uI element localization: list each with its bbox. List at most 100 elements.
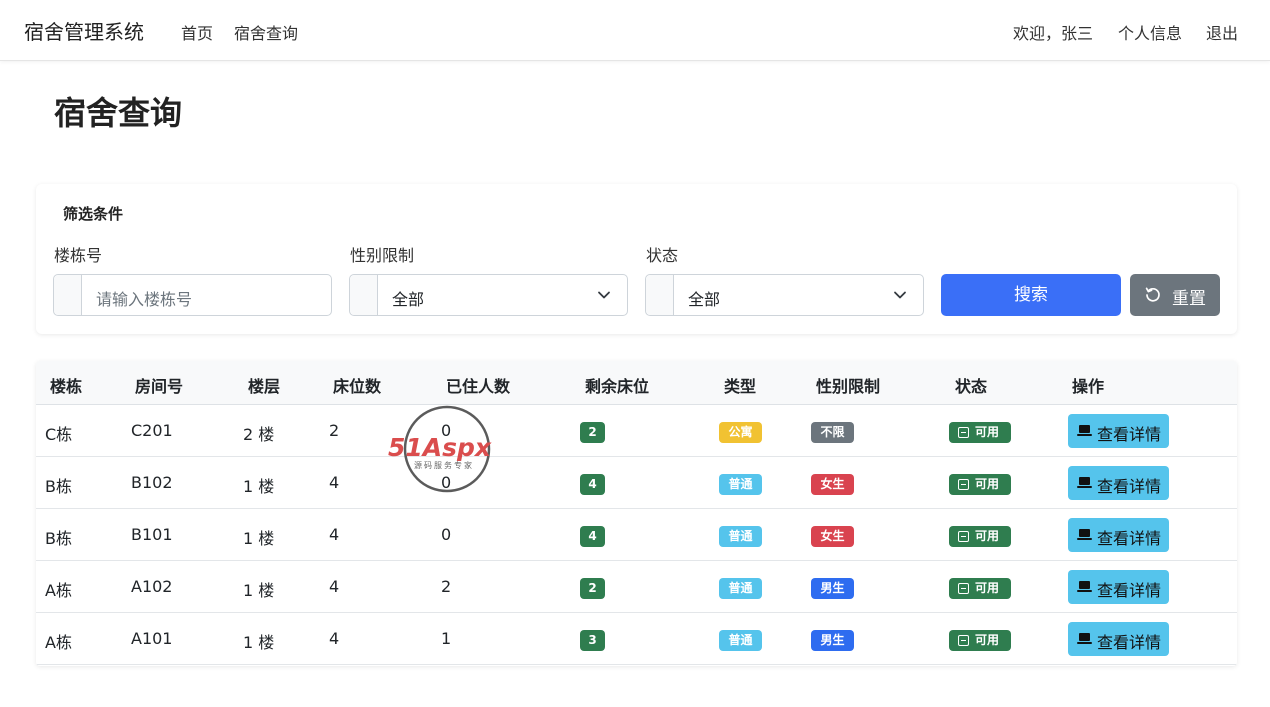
view-details-button[interactable]: 查看详情 [1068, 570, 1169, 604]
status-badge-label: 可用 [975, 529, 1000, 543]
watermark-text: 51Aspx [388, 433, 492, 462]
building-input-placeholder: 请输入楼栋号 [96, 290, 193, 309]
select-prefix [646, 275, 674, 315]
dorm-table: 楼栋 房间号 楼层 床位数 已住人数 剩余床位 类型 性别限制 状态 操作 C栋… [36, 361, 1237, 666]
view-details-label: 查看详情 [1097, 425, 1162, 444]
select-prefix [350, 275, 378, 315]
minus-square-icon [958, 427, 969, 438]
cell-building: B栋 [45, 529, 72, 548]
reset-icon [1145, 287, 1160, 302]
gender-badge: 不限 [811, 422, 854, 443]
status-select[interactable]: 全部 [645, 274, 924, 316]
status-badge-label: 可用 [975, 633, 1000, 647]
view-details-label: 查看详情 [1097, 477, 1162, 496]
view-details-button[interactable]: 查看详情 [1068, 518, 1169, 552]
reset-button-label: 重置 [1172, 289, 1206, 309]
cell-room: A102 [131, 577, 173, 596]
cell-building: A栋 [45, 633, 72, 652]
status-badge: 可用 [949, 422, 1011, 443]
remaining-badge: 4 [580, 474, 605, 495]
chevron-down-icon [894, 291, 906, 299]
filter-title: 筛选条件 [63, 205, 124, 223]
table-header: 楼栋 房间号 楼层 床位数 已住人数 剩余床位 类型 性别限制 状态 操作 [36, 361, 1237, 405]
cell-room: C201 [131, 421, 173, 440]
table-row: B栋 B101 1 楼 4 0 4 普通 女生 可用 查看详情 [36, 509, 1237, 561]
cell-room: B102 [131, 473, 173, 492]
laptop-icon [1077, 477, 1092, 488]
th-occupied: 已住人数 [446, 377, 511, 396]
cell-beds: 4 [329, 525, 340, 544]
cell-floor: 1 楼 [243, 633, 275, 652]
nav-link-dorm-search[interactable]: 宿舍查询 [234, 20, 298, 44]
gender-select-value: 全部 [392, 290, 425, 309]
minus-square-icon [958, 635, 969, 646]
type-badge: 普通 [719, 474, 762, 495]
th-building: 楼栋 [50, 377, 83, 396]
building-input[interactable]: 请输入楼栋号 [53, 274, 332, 316]
cell-beds: 4 [329, 577, 340, 596]
laptop-icon [1077, 425, 1092, 436]
app-brand[interactable]: 宿舍管理系统 [24, 16, 144, 45]
nav-link-home[interactable]: 首页 [181, 20, 213, 44]
cell-floor: 1 楼 [243, 477, 275, 496]
gender-label: 性别限制 [350, 246, 415, 265]
th-action: 操作 [1072, 377, 1105, 396]
laptop-icon [1077, 529, 1092, 540]
cell-occupied: 0 [441, 525, 452, 544]
watermark-logo: 51Aspx 源码服务专家 [388, 405, 492, 493]
gender-badge: 女生 [811, 526, 854, 547]
page-title: 宿舍查询 [54, 94, 183, 132]
cell-beds: 2 [329, 421, 340, 440]
status-badge: 可用 [949, 526, 1011, 547]
status-select-value: 全部 [688, 290, 721, 309]
status-badge-label: 可用 [975, 477, 1000, 491]
remaining-badge: 4 [580, 526, 605, 547]
minus-square-icon [958, 479, 969, 490]
table-row: C栋 C201 2 楼 2 0 2 公寓 不限 可用 查看详情 [36, 405, 1237, 457]
laptop-icon [1077, 633, 1092, 644]
table-row: B栋 B102 1 楼 4 0 4 普通 女生 可用 查看详情 [36, 457, 1237, 509]
welcome-text: 欢迎，张三 [1013, 24, 1094, 43]
view-details-button[interactable]: 查看详情 [1068, 622, 1169, 656]
gender-badge: 男生 [811, 578, 854, 599]
status-label: 状态 [646, 246, 679, 265]
th-remaining: 剩余床位 [585, 377, 650, 396]
remaining-badge: 3 [580, 630, 605, 651]
table-row: A栋 A102 1 楼 4 2 2 普通 男生 可用 查看详情 [36, 561, 1237, 613]
status-badge: 可用 [949, 474, 1011, 495]
cell-building: C栋 [45, 425, 73, 444]
view-details-label: 查看详情 [1097, 633, 1162, 652]
type-badge: 公寓 [719, 422, 762, 443]
cell-floor: 2 楼 [243, 425, 275, 444]
laptop-icon [1077, 581, 1092, 592]
top-navbar: 宿舍管理系统 首页 宿舍查询 欢迎，张三 个人信息 退出 [0, 0, 1270, 61]
nav-link-profile[interactable]: 个人信息 [1118, 20, 1182, 44]
cell-beds: 4 [329, 473, 340, 492]
view-details-button[interactable]: 查看详情 [1068, 466, 1169, 500]
cell-building: A栋 [45, 581, 72, 600]
nav-link-logout[interactable]: 退出 [1206, 20, 1238, 44]
building-label: 楼栋号 [54, 246, 103, 265]
cell-beds: 4 [329, 629, 340, 648]
th-floor: 楼层 [248, 377, 281, 396]
cell-building: B栋 [45, 477, 72, 496]
filter-card: 筛选条件 楼栋号 请输入楼栋号 性别限制 全部 状态 全部 搜索 重置 [36, 184, 1237, 334]
th-beds: 床位数 [333, 377, 382, 396]
remaining-badge: 2 [580, 578, 605, 599]
remaining-badge: 2 [580, 422, 605, 443]
view-details-button[interactable]: 查看详情 [1068, 414, 1169, 448]
status-badge-label: 可用 [975, 581, 1000, 595]
gender-badge: 女生 [811, 474, 854, 495]
watermark-tagline: 源码服务专家 [414, 460, 474, 470]
search-button[interactable]: 搜索 [941, 274, 1121, 316]
th-status: 状态 [955, 377, 988, 396]
gender-select[interactable]: 全部 [349, 274, 628, 316]
input-prefix [54, 275, 82, 315]
status-badge: 可用 [949, 630, 1011, 651]
reset-button[interactable]: 重置 [1130, 274, 1220, 316]
minus-square-icon [958, 531, 969, 542]
chevron-down-icon [598, 291, 610, 299]
cell-floor: 1 楼 [243, 529, 275, 548]
view-details-label: 查看详情 [1097, 581, 1162, 600]
th-room: 房间号 [135, 377, 184, 396]
